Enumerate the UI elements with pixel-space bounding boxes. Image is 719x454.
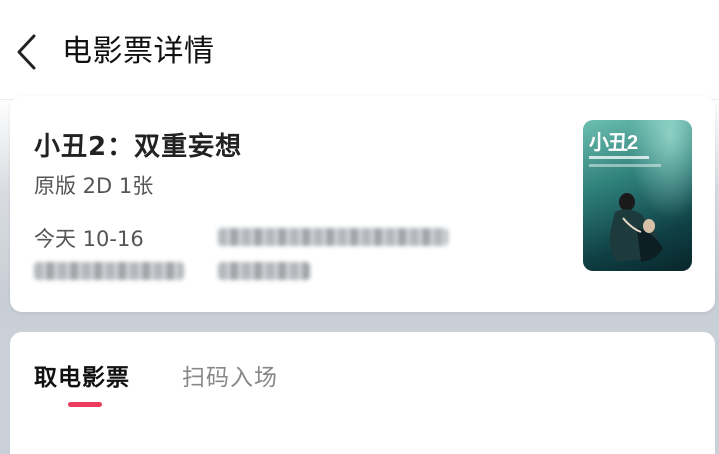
movie-title: 小丑2：双重妄想: [34, 132, 243, 162]
active-tab-indicator: [68, 402, 102, 407]
ticket-info-card: 小丑2：双重妄想 原版 2D 1张 今天 10-16 小丑2: [10, 96, 715, 312]
page-title: 电影票详情: [62, 34, 215, 69]
poster-text-line: [589, 156, 649, 159]
tab-scan-entry[interactable]: 扫码入场: [182, 358, 278, 392]
movie-poster[interactable]: 小丑2: [583, 120, 692, 271]
poster-text-line: [589, 164, 661, 167]
back-button[interactable]: [8, 28, 44, 76]
poster-figure-image: [609, 193, 663, 262]
cinema-name-redacted: [218, 228, 448, 246]
chevron-left-icon: [17, 34, 36, 70]
poster-title: 小丑2: [589, 132, 638, 154]
show-time-redacted: [34, 262, 184, 280]
top-bar: 电影票详情: [0, 0, 719, 100]
ticket-type: 原版 2D 1张: [34, 174, 154, 198]
seat-info-redacted: [218, 262, 310, 280]
show-date: 今天 10-16: [34, 227, 144, 251]
ticket-tabs-panel: 取电影票 扫码入场: [10, 332, 715, 454]
tab-get-ticket[interactable]: 取电影票: [34, 358, 130, 392]
